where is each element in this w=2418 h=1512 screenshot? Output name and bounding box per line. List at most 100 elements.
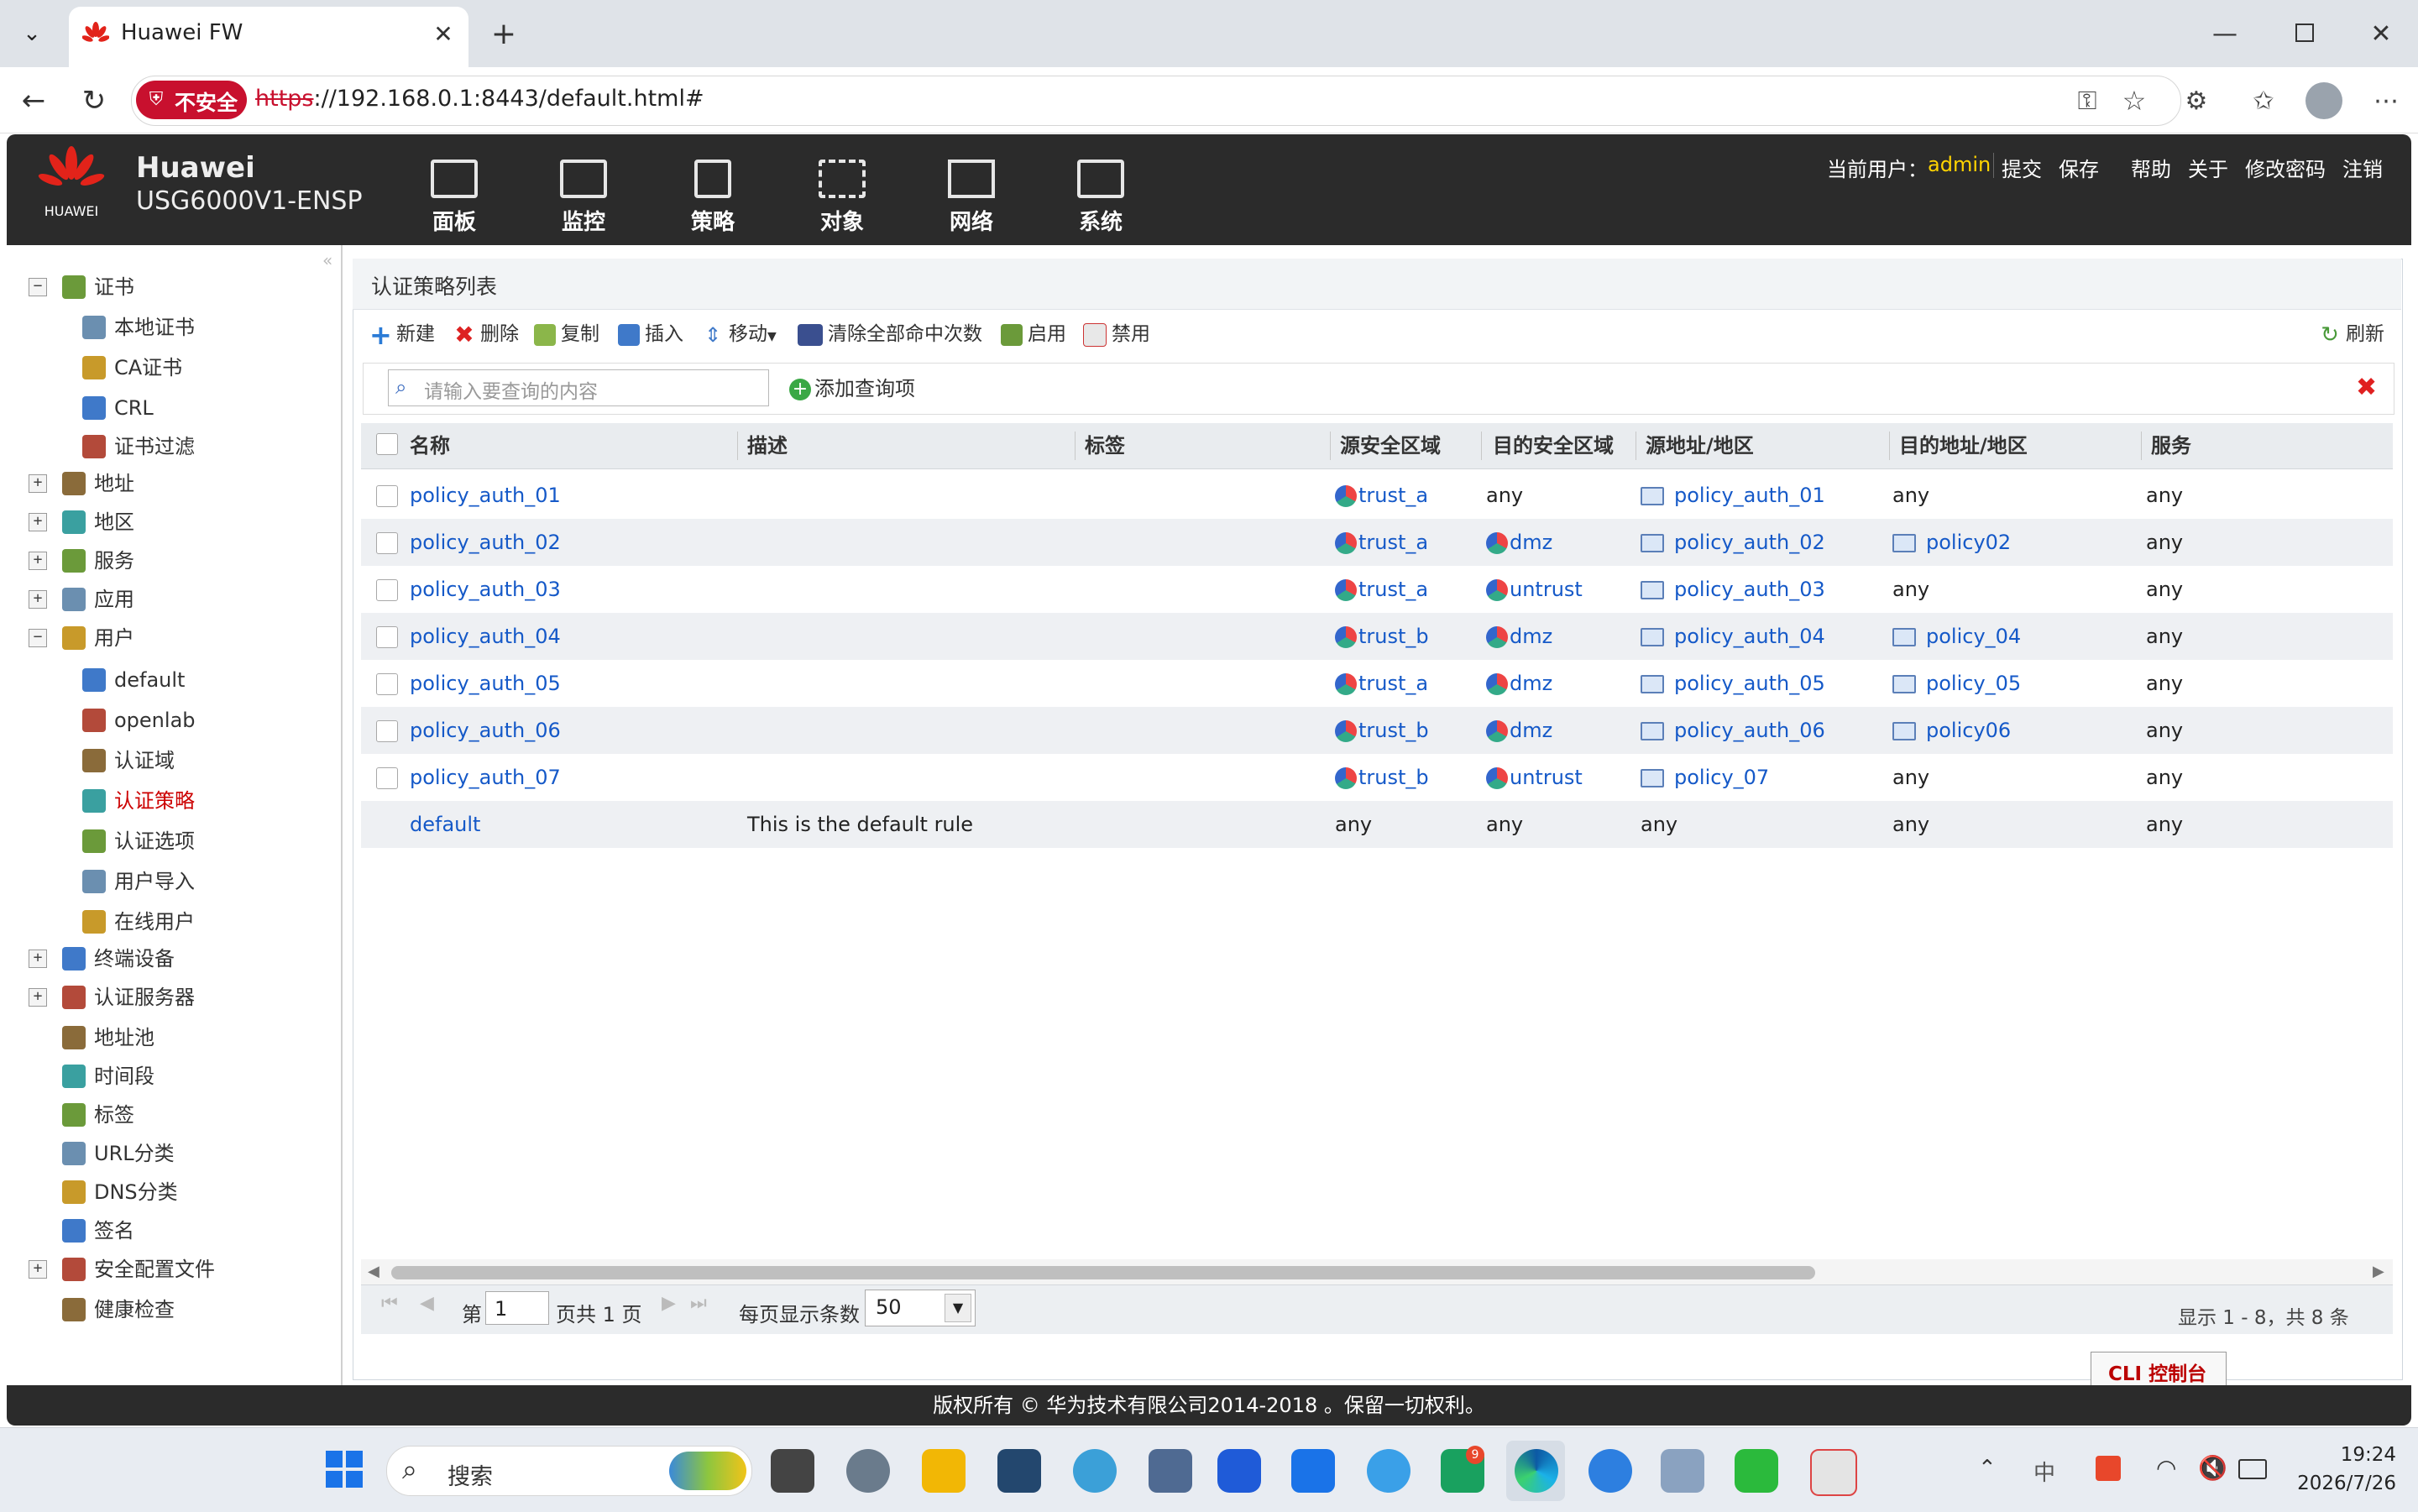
- sidebar-item[interactable]: 安全配置文件: [94, 1253, 215, 1286]
- sidebar-item[interactable]: 服务: [94, 544, 134, 578]
- windows-start-icon[interactable]: [324, 1449, 364, 1489]
- col-source-zone[interactable]: 源安全区域: [1340, 423, 1441, 468]
- col-tag[interactable]: 标签: [1085, 423, 1125, 468]
- cell-src-addr[interactable]: policy_auth_03: [1641, 566, 1825, 613]
- change-password-link[interactable]: 修改密码: [2245, 153, 2326, 182]
- per-page-select[interactable]: 50 ▼: [865, 1290, 976, 1326]
- cell-src-addr[interactable]: policy_07: [1641, 754, 1769, 801]
- sidebar-item[interactable]: URL分类: [94, 1137, 175, 1170]
- cell-src-zone[interactable]: trust_b: [1335, 754, 1429, 801]
- row-checkbox[interactable]: [376, 532, 398, 554]
- expand-icon[interactable]: +: [29, 590, 47, 609]
- cell-src-addr[interactable]: policy_auth_04: [1641, 613, 1825, 660]
- expand-icon[interactable]: +: [29, 950, 47, 968]
- cell-src-zone[interactable]: trust_b: [1335, 613, 1429, 660]
- settings-icon[interactable]: [846, 1449, 890, 1493]
- cell-name[interactable]: policy_auth_05: [410, 660, 561, 707]
- app-feishu-icon[interactable]: [1291, 1449, 1335, 1493]
- row-checkbox[interactable]: [376, 767, 398, 789]
- move-button[interactable]: ⇕ 移动▼: [702, 317, 777, 351]
- cell-name[interactable]: policy_auth_01: [410, 472, 561, 519]
- row-checkbox[interactable]: [376, 626, 398, 648]
- cell-src-zone[interactable]: trust_a: [1335, 519, 1428, 566]
- collapse-sidebar-icon[interactable]: «: [322, 250, 332, 270]
- url-text[interactable]: https://192.168.0.1:8443/default.html#: [255, 86, 704, 112]
- add-query-button[interactable]: + 添加查询项: [789, 374, 915, 403]
- battery-icon[interactable]: [2238, 1459, 2267, 1479]
- refresh-button[interactable]: ↻ 刷新: [2319, 317, 2384, 351]
- cell-name[interactable]: default: [410, 801, 480, 848]
- cell-dst-zone[interactable]: untrust: [1486, 754, 1583, 801]
- back-icon[interactable]: ←: [15, 82, 52, 119]
- next-page-icon[interactable]: ▶: [662, 1293, 676, 1314]
- row-checkbox[interactable]: [376, 579, 398, 601]
- extensions-icon[interactable]: ⚙: [2180, 84, 2213, 118]
- col-description[interactable]: 描述: [747, 423, 788, 468]
- about-link[interactable]: 关于: [2188, 153, 2228, 182]
- nav-dashboard[interactable]: 面板: [408, 160, 500, 243]
- scroll-left-icon[interactable]: ◀: [368, 1263, 379, 1280]
- insert-button[interactable]: 插入: [618, 317, 683, 351]
- clear-hits-button[interactable]: 清除全部命中次数: [798, 317, 982, 351]
- app-cloud-icon[interactable]: [1367, 1449, 1410, 1493]
- page-number-input[interactable]: 1: [485, 1291, 549, 1325]
- virtualbox-icon[interactable]: [1149, 1449, 1192, 1493]
- sidebar-item[interactable]: 用户: [94, 621, 134, 655]
- tab-list-icon[interactable]: ⌄: [12, 15, 52, 52]
- wifi-icon[interactable]: ◠: [2156, 1454, 2176, 1482]
- expand-icon[interactable]: +: [29, 552, 47, 570]
- sidebar-item[interactable]: DNS分类: [94, 1175, 178, 1209]
- col-destination-address[interactable]: 目的地址/地区: [1899, 423, 2028, 468]
- cell-src-zone[interactable]: trust_a: [1335, 566, 1428, 613]
- volume-muted-icon[interactable]: 🔇: [2198, 1454, 2227, 1482]
- cell-src-zone[interactable]: trust_a: [1335, 660, 1428, 707]
- help-link[interactable]: 帮助: [2131, 153, 2171, 182]
- copy-button[interactable]: 复制: [534, 317, 599, 351]
- cell-name[interactable]: policy_auth_04: [410, 613, 561, 660]
- collapse-icon[interactable]: −: [29, 629, 47, 647]
- disable-button[interactable]: 禁用: [1083, 317, 1150, 351]
- last-page-icon[interactable]: ⏭: [690, 1293, 707, 1314]
- cell-dst-addr[interactable]: policy06: [1892, 707, 2011, 754]
- sidebar-item[interactable]: 地址池: [94, 1021, 154, 1054]
- cell-dst-zone[interactable]: dmz: [1486, 613, 1552, 660]
- cell-src-zone[interactable]: trust_a: [1335, 472, 1428, 519]
- ime-indicator[interactable]: 中: [2033, 1456, 2055, 1487]
- expand-icon[interactable]: +: [29, 988, 47, 1007]
- key-icon[interactable]: ⚿: [2070, 84, 2104, 118]
- favorites-icon[interactable]: ✩: [2247, 84, 2280, 118]
- sidebar-item[interactable]: 证书: [94, 270, 134, 304]
- cell-dst-addr[interactable]: policy02: [1892, 519, 2011, 566]
- sidebar-item[interactable]: 地区: [94, 505, 134, 539]
- profile-icon[interactable]: [2305, 82, 2342, 119]
- sidebar-item[interactable]: 认证策略: [114, 784, 195, 818]
- snipping-tool-icon[interactable]: [1810, 1449, 1857, 1496]
- app-l-icon[interactable]: [1217, 1449, 1261, 1493]
- cell-dst-zone[interactable]: dmz: [1486, 660, 1552, 707]
- sidebar-item[interactable]: 地址: [94, 467, 134, 500]
- cell-src-addr[interactable]: policy_auth_01: [1641, 472, 1825, 519]
- expand-icon[interactable]: +: [29, 1260, 47, 1279]
- col-source-address[interactable]: 源地址/地区: [1646, 423, 1754, 468]
- nav-system[interactable]: 系统: [1055, 160, 1147, 243]
- sidebar-item[interactable]: 本地证书: [114, 311, 195, 344]
- logout-link[interactable]: 注销: [2342, 153, 2383, 182]
- edge-browser-icon[interactable]: [1515, 1449, 1558, 1493]
- sidebar-item[interactable]: 标签: [94, 1098, 134, 1132]
- network-tool-icon[interactable]: [997, 1449, 1041, 1493]
- minimize-icon[interactable]: —: [2206, 17, 2243, 50]
- collapse-icon[interactable]: −: [29, 278, 47, 296]
- cell-src-addr[interactable]: policy_auth_05: [1641, 660, 1825, 707]
- cell-dst-zone[interactable]: dmz: [1486, 707, 1552, 754]
- star-icon[interactable]: ☆: [2117, 84, 2151, 118]
- table-row[interactable]: [361, 801, 2393, 848]
- new-button[interactable]: + 新建: [369, 317, 435, 351]
- cell-name[interactable]: policy_auth_06: [410, 707, 561, 754]
- scroll-right-icon[interactable]: ▶: [2373, 1263, 2384, 1280]
- taskbar-search[interactable]: ⌕ 搜索: [386, 1446, 752, 1496]
- col-name[interactable]: 名称: [410, 423, 450, 468]
- restore-icon[interactable]: [2295, 24, 2314, 42]
- close-window-icon[interactable]: ✕: [2363, 17, 2400, 50]
- app-eye-icon[interactable]: [1073, 1449, 1117, 1493]
- cli-console-button[interactable]: CLI 控制台: [2091, 1352, 2227, 1387]
